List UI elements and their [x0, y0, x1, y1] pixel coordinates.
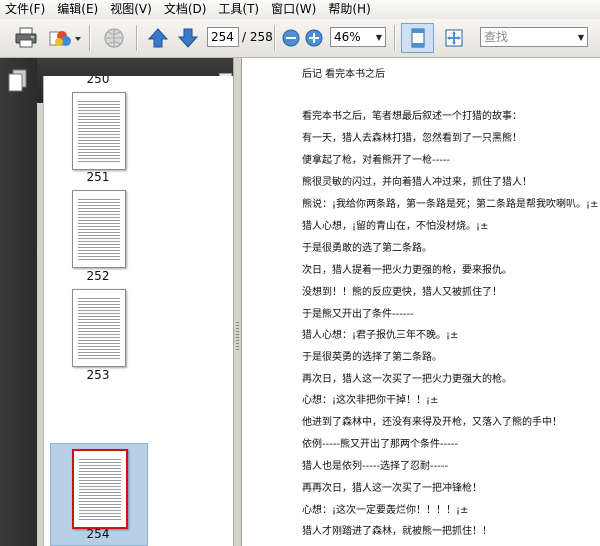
toolbar: 254 / 258 46% ▼ 查找 ▼ — [0, 19, 600, 58]
text-line: 心想：¡这次非把你干掉！！¡± — [302, 395, 439, 406]
thumbnail-page-number: 253 — [86, 368, 110, 382]
page-thumbnail[interactable] — [72, 92, 126, 170]
text-line: 猎人也是依列-----选择了忍耐----- — [302, 461, 449, 472]
menu-help[interactable]: 帮助(H) — [323, 0, 377, 19]
page-thumbnail-selected[interactable] — [72, 449, 128, 529]
pages-icon — [7, 69, 29, 93]
thumbnail-page-number: 251 — [86, 170, 110, 184]
previous-page-button[interactable] — [146, 26, 170, 50]
section-heading: 后记 看完本书之后 — [302, 69, 386, 80]
globe-icon — [102, 27, 126, 49]
toolbar-separator — [136, 25, 137, 51]
pages-tab-button[interactable] — [7, 69, 29, 93]
menu-file[interactable]: 文件(F) — [0, 0, 52, 19]
text-line: 于是很英勇的选择了第二条路。 — [302, 352, 442, 363]
toolbar-separator — [394, 25, 395, 51]
text-line: 心想：¡这次一定要轰烂你！！！！¡± — [302, 505, 469, 516]
search-input[interactable]: 查找 — [480, 27, 588, 47]
toolbar-separator — [274, 25, 275, 51]
text-line: 有一天，猎人去森林打猎，忽然看到了一只黑熊！ — [302, 133, 522, 144]
thumbnail-page-number: 252 — [86, 269, 110, 283]
menu-bar: 文件(F) 编辑(E) 视图(V) 文档(D) 工具(T) 窗口(W) 帮助(H… — [0, 0, 600, 20]
chevron-down-icon[interactable]: ▼ — [574, 27, 588, 47]
menu-tools[interactable]: 工具(T) — [213, 0, 266, 19]
text-line: 依例-----熊又开出了那两个条件----- — [302, 439, 459, 450]
text-line: 再再次日，猎人这一次买了一把冲锋枪！ — [302, 483, 482, 494]
collaborate-button[interactable] — [100, 26, 128, 50]
menu-view[interactable]: 视图(V) — [105, 0, 159, 19]
text-line: 再次日，猎人这一次买了一把火力更强大的枪。 — [302, 374, 512, 385]
page-number-input[interactable]: 254 — [207, 27, 239, 47]
zoom-in-button[interactable] — [304, 26, 324, 50]
zoom-out-icon — [282, 29, 300, 47]
next-page-button[interactable] — [176, 26, 200, 50]
text-line: 猎人心想，¡留的青山在，不怕没材烧。¡± — [302, 221, 489, 232]
fit-page-icon — [407, 27, 429, 49]
text-line: 他进到了森林中，还没有来得及开枪，又落入了熊的手中！ — [302, 417, 562, 428]
printer-icon — [14, 27, 38, 49]
thumbnail-page-number: 250 — [86, 76, 110, 86]
chevron-down-icon[interactable]: ▼ — [372, 27, 386, 47]
full-screen-icon — [443, 27, 465, 49]
text-line: 熊很灵敏的闪过，并向着猎人冲过来，抓住了猎人！ — [302, 177, 532, 188]
print-button[interactable] — [12, 26, 40, 50]
arrow-up-icon — [148, 27, 168, 49]
text-line: 没想到！！熊的反应更快，猎人又被抓住了！ — [302, 287, 502, 298]
text-line: 便拿起了枪，对着熊开了一枪----- — [302, 155, 451, 166]
text-line: 于是熊又开出了条件------ — [302, 309, 414, 320]
share-menu-button[interactable] — [47, 26, 83, 50]
zoom-in-icon — [305, 29, 323, 47]
fit-page-button[interactable] — [401, 23, 434, 53]
arrow-down-icon — [178, 27, 198, 49]
full-screen-button[interactable] — [440, 26, 468, 50]
page-thumbnail[interactable] — [72, 190, 126, 268]
menu-window[interactable]: 窗口(W) — [266, 0, 323, 19]
menu-document[interactable]: 文档(D) — [159, 0, 214, 19]
page-thumbnail[interactable] — [72, 289, 126, 367]
text-line: 猎人才刚踏进了森林，就被熊一把抓住！！ — [302, 526, 492, 537]
navigation-icon-strip — [0, 58, 37, 546]
document-view[interactable]: 后记 看完本书之后 看完本书之后，笔者想最后叙述一个打猎的故事： 有一天，猎人去… — [241, 58, 600, 546]
text-line: 熊说：¡我给你两条路，第一条路是死；第二条路是帮我吹喇叭。¡± — [302, 199, 599, 210]
text-line: 猎人心想：¡君子报仇三年不晚。¡± — [302, 330, 459, 341]
text-line: 次日，猎人提着一把火力更强的枪，要来报仇。 — [302, 265, 512, 276]
share-icon — [48, 27, 82, 49]
text-line: 于是很勇敢的选了第二条路。 — [302, 243, 432, 254]
text-line: 看完本书之后，笔者想最后叙述一个打猎的故事： — [302, 111, 522, 122]
thumbnail-page-number: 254 — [86, 527, 110, 541]
toolbar-separator — [89, 25, 90, 51]
total-pages-label: / 258 — [242, 30, 273, 44]
page-thumbnails-list[interactable]: 250 251 252 253 254 — [43, 76, 234, 546]
zoom-out-button[interactable] — [281, 26, 301, 50]
menu-edit[interactable]: 编辑(E) — [52, 0, 105, 19]
